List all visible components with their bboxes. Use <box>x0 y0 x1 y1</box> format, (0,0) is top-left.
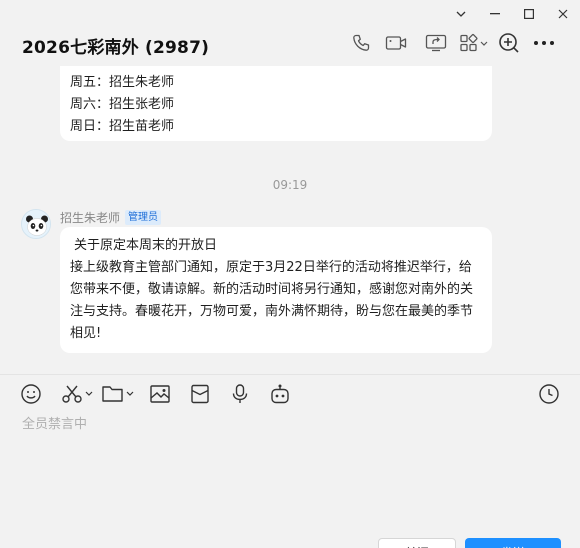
avatar[interactable] <box>21 209 51 239</box>
maximize-button[interactable] <box>512 0 546 28</box>
previous-message-bubble: 周五：招生朱老师 周六：招生张老师 周日：招生苗老师 <box>60 66 492 141</box>
composer: 全员禁言中 关闭 发送 <box>0 375 580 548</box>
message-timestamp: 09:19 <box>272 178 308 192</box>
message-bubble[interactable]: 关于原定本周末的开放日 接上级教育主管部门通知，原定于3月22日举行的活动将推迟… <box>60 227 492 353</box>
more-icon[interactable] <box>526 30 562 56</box>
video-icon[interactable] <box>376 30 416 56</box>
message-body: 接上级教育主管部门通知，原定于3月22日举行的活动将推迟举行，给您带来不便，敬请… <box>70 260 474 341</box>
robot-icon[interactable] <box>260 381 300 407</box>
add-member-icon[interactable] <box>492 30 526 56</box>
history-clock-icon[interactable] <box>538 381 560 407</box>
panda-avatar-icon <box>22 210 50 238</box>
image-icon[interactable] <box>140 381 180 407</box>
role-badge: 管理员 <box>125 210 162 225</box>
apps-icon[interactable] <box>456 30 492 56</box>
emoji-icon[interactable] <box>20 381 58 407</box>
close-button[interactable] <box>546 0 580 28</box>
microphone-icon[interactable] <box>220 381 260 407</box>
phone-icon[interactable] <box>346 30 376 56</box>
previous-message-line: 周六：招生张老师 <box>70 97 175 112</box>
window-controls <box>444 0 580 28</box>
previous-message-line: 周日：招生苗老师 <box>70 119 175 134</box>
muted-notice: 全员禁言中 <box>22 417 88 432</box>
send-button[interactable]: 发送 <box>465 538 561 548</box>
message-sender: 招生朱老师 管理员 <box>60 209 162 226</box>
close-button[interactable]: 关闭 <box>378 538 456 548</box>
message-heading: 关于原定本周末的开放日 <box>74 238 218 253</box>
red-envelope-icon[interactable] <box>180 381 220 407</box>
minimize-button[interactable] <box>478 0 512 28</box>
title-bar: 2026七彩南外 (2987) <box>0 0 580 66</box>
sender-name[interactable]: 招生朱老师 <box>60 209 120 226</box>
message-list[interactable]: 周五：招生朱老师 周六：招生张老师 周日：招生苗老师 09:19 招生朱老师 管… <box>0 66 580 374</box>
collapse-icon[interactable] <box>444 0 478 28</box>
header-toolbar <box>346 30 562 56</box>
folder-icon[interactable] <box>98 381 140 407</box>
scissors-icon[interactable] <box>58 381 98 407</box>
previous-message-line: 周五：招生朱老师 <box>70 75 175 90</box>
composer-toolbar <box>20 381 300 407</box>
chat-title: 2026七彩南外 (2987) <box>22 38 210 58</box>
screen-share-icon[interactable] <box>416 30 456 56</box>
